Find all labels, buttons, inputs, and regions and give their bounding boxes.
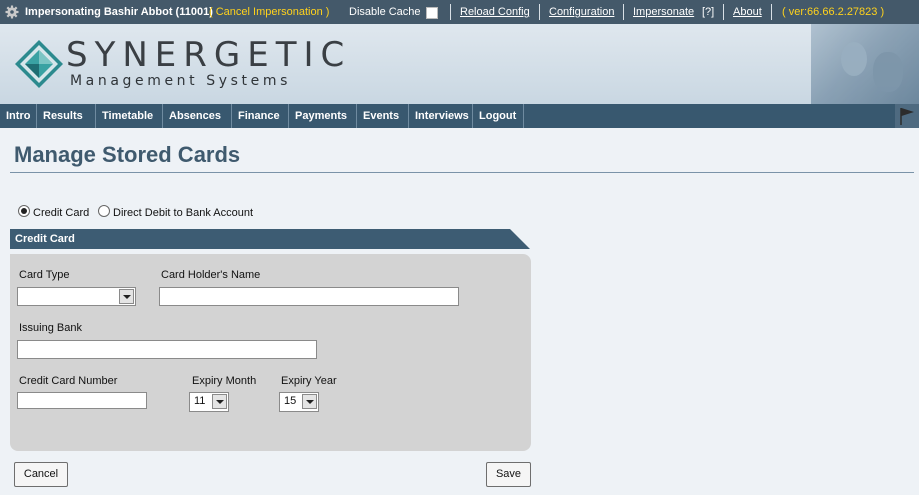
radio-direct-debit[interactable] — [98, 205, 110, 217]
card-type-label: Card Type — [19, 269, 70, 281]
title-divider — [10, 172, 914, 173]
cancel-impersonation-link[interactable]: ( Cancel Impersonation ) — [209, 6, 329, 18]
expiry-year-label: Expiry Year — [281, 375, 337, 387]
impersonate-link[interactable]: Impersonate — [633, 6, 694, 18]
expiry-month-select[interactable]: 11 — [189, 392, 229, 412]
nav-item-payments[interactable]: Payments — [289, 104, 357, 128]
divider — [771, 4, 772, 20]
expiry-year-value: 15 — [284, 395, 297, 407]
nav-item-interviews[interactable]: Interviews — [409, 104, 473, 128]
dropdown-arrow-icon — [119, 289, 134, 304]
impersonating-label: Impersonating Bashir Abbot (11001) — [25, 6, 213, 18]
credit-card-section-header: Credit Card — [10, 229, 530, 249]
nav-item-results[interactable]: Results — [37, 104, 96, 128]
divider — [450, 4, 451, 20]
save-button[interactable]: Save — [486, 462, 531, 487]
nav-item-logout[interactable]: Logout — [473, 104, 524, 128]
gear-icon — [5, 5, 19, 19]
page-title: Manage Stored Cards — [14, 142, 241, 167]
main-nav: Intro Results Timetable Absences Finance… — [0, 104, 919, 128]
radio-credit-card[interactable] — [18, 205, 30, 217]
section-title: Credit Card — [15, 233, 75, 245]
divider — [623, 4, 624, 20]
dropdown-arrow-icon — [212, 394, 227, 409]
logo-wordmark: SYNERGETIC — [66, 35, 352, 75]
disable-cache-checkbox[interactable] — [426, 7, 438, 19]
disable-cache-label: Disable Cache — [349, 6, 421, 18]
header-photo — [811, 24, 919, 104]
divider — [723, 4, 724, 20]
card-type-select[interactable] — [17, 287, 136, 306]
radio-direct-debit-label: Direct Debit to Bank Account — [113, 207, 254, 219]
nav-item-timetable[interactable]: Timetable — [96, 104, 163, 128]
nav-item-events[interactable]: Events — [357, 104, 409, 128]
expiry-month-label: Expiry Month — [192, 375, 257, 387]
radio-credit-card-label: Credit Card — [33, 207, 90, 219]
header-banner: SYNERGETIC Management Systems — [0, 24, 919, 104]
synergetic-logo — [15, 40, 63, 88]
card-holder-name-label: Card Holder's Name — [161, 269, 261, 281]
configuration-link[interactable]: Configuration — [549, 6, 614, 18]
impersonate-help-link[interactable]: [?] — [702, 6, 714, 18]
version-label: ( ver:66.66.2.27823 ) — [782, 6, 885, 18]
nav-item-intro[interactable]: Intro — [0, 104, 37, 128]
admin-bar: Impersonating Bashir Abbot (11001) ( Can… — [0, 0, 919, 24]
card-number-input[interactable] — [17, 392, 147, 409]
about-link[interactable]: About — [733, 6, 762, 18]
flag-icon[interactable] — [895, 104, 919, 128]
dropdown-arrow-icon — [302, 394, 317, 409]
divider — [539, 4, 540, 20]
issuing-bank-input[interactable] — [17, 340, 317, 359]
issuing-bank-label: Issuing Bank — [19, 322, 82, 334]
cancel-button[interactable]: Cancel — [14, 462, 68, 487]
nav-item-absences[interactable]: Absences — [163, 104, 232, 128]
logo-subtitle: Management Systems — [70, 73, 291, 89]
expiry-year-select[interactable]: 15 — [279, 392, 319, 412]
expiry-month-value: 11 — [194, 395, 206, 407]
card-number-label: Credit Card Number — [19, 375, 118, 387]
reload-config-link[interactable]: Reload Config — [460, 6, 530, 18]
card-holder-name-input[interactable] — [159, 287, 459, 306]
nav-item-finance[interactable]: Finance — [232, 104, 289, 128]
